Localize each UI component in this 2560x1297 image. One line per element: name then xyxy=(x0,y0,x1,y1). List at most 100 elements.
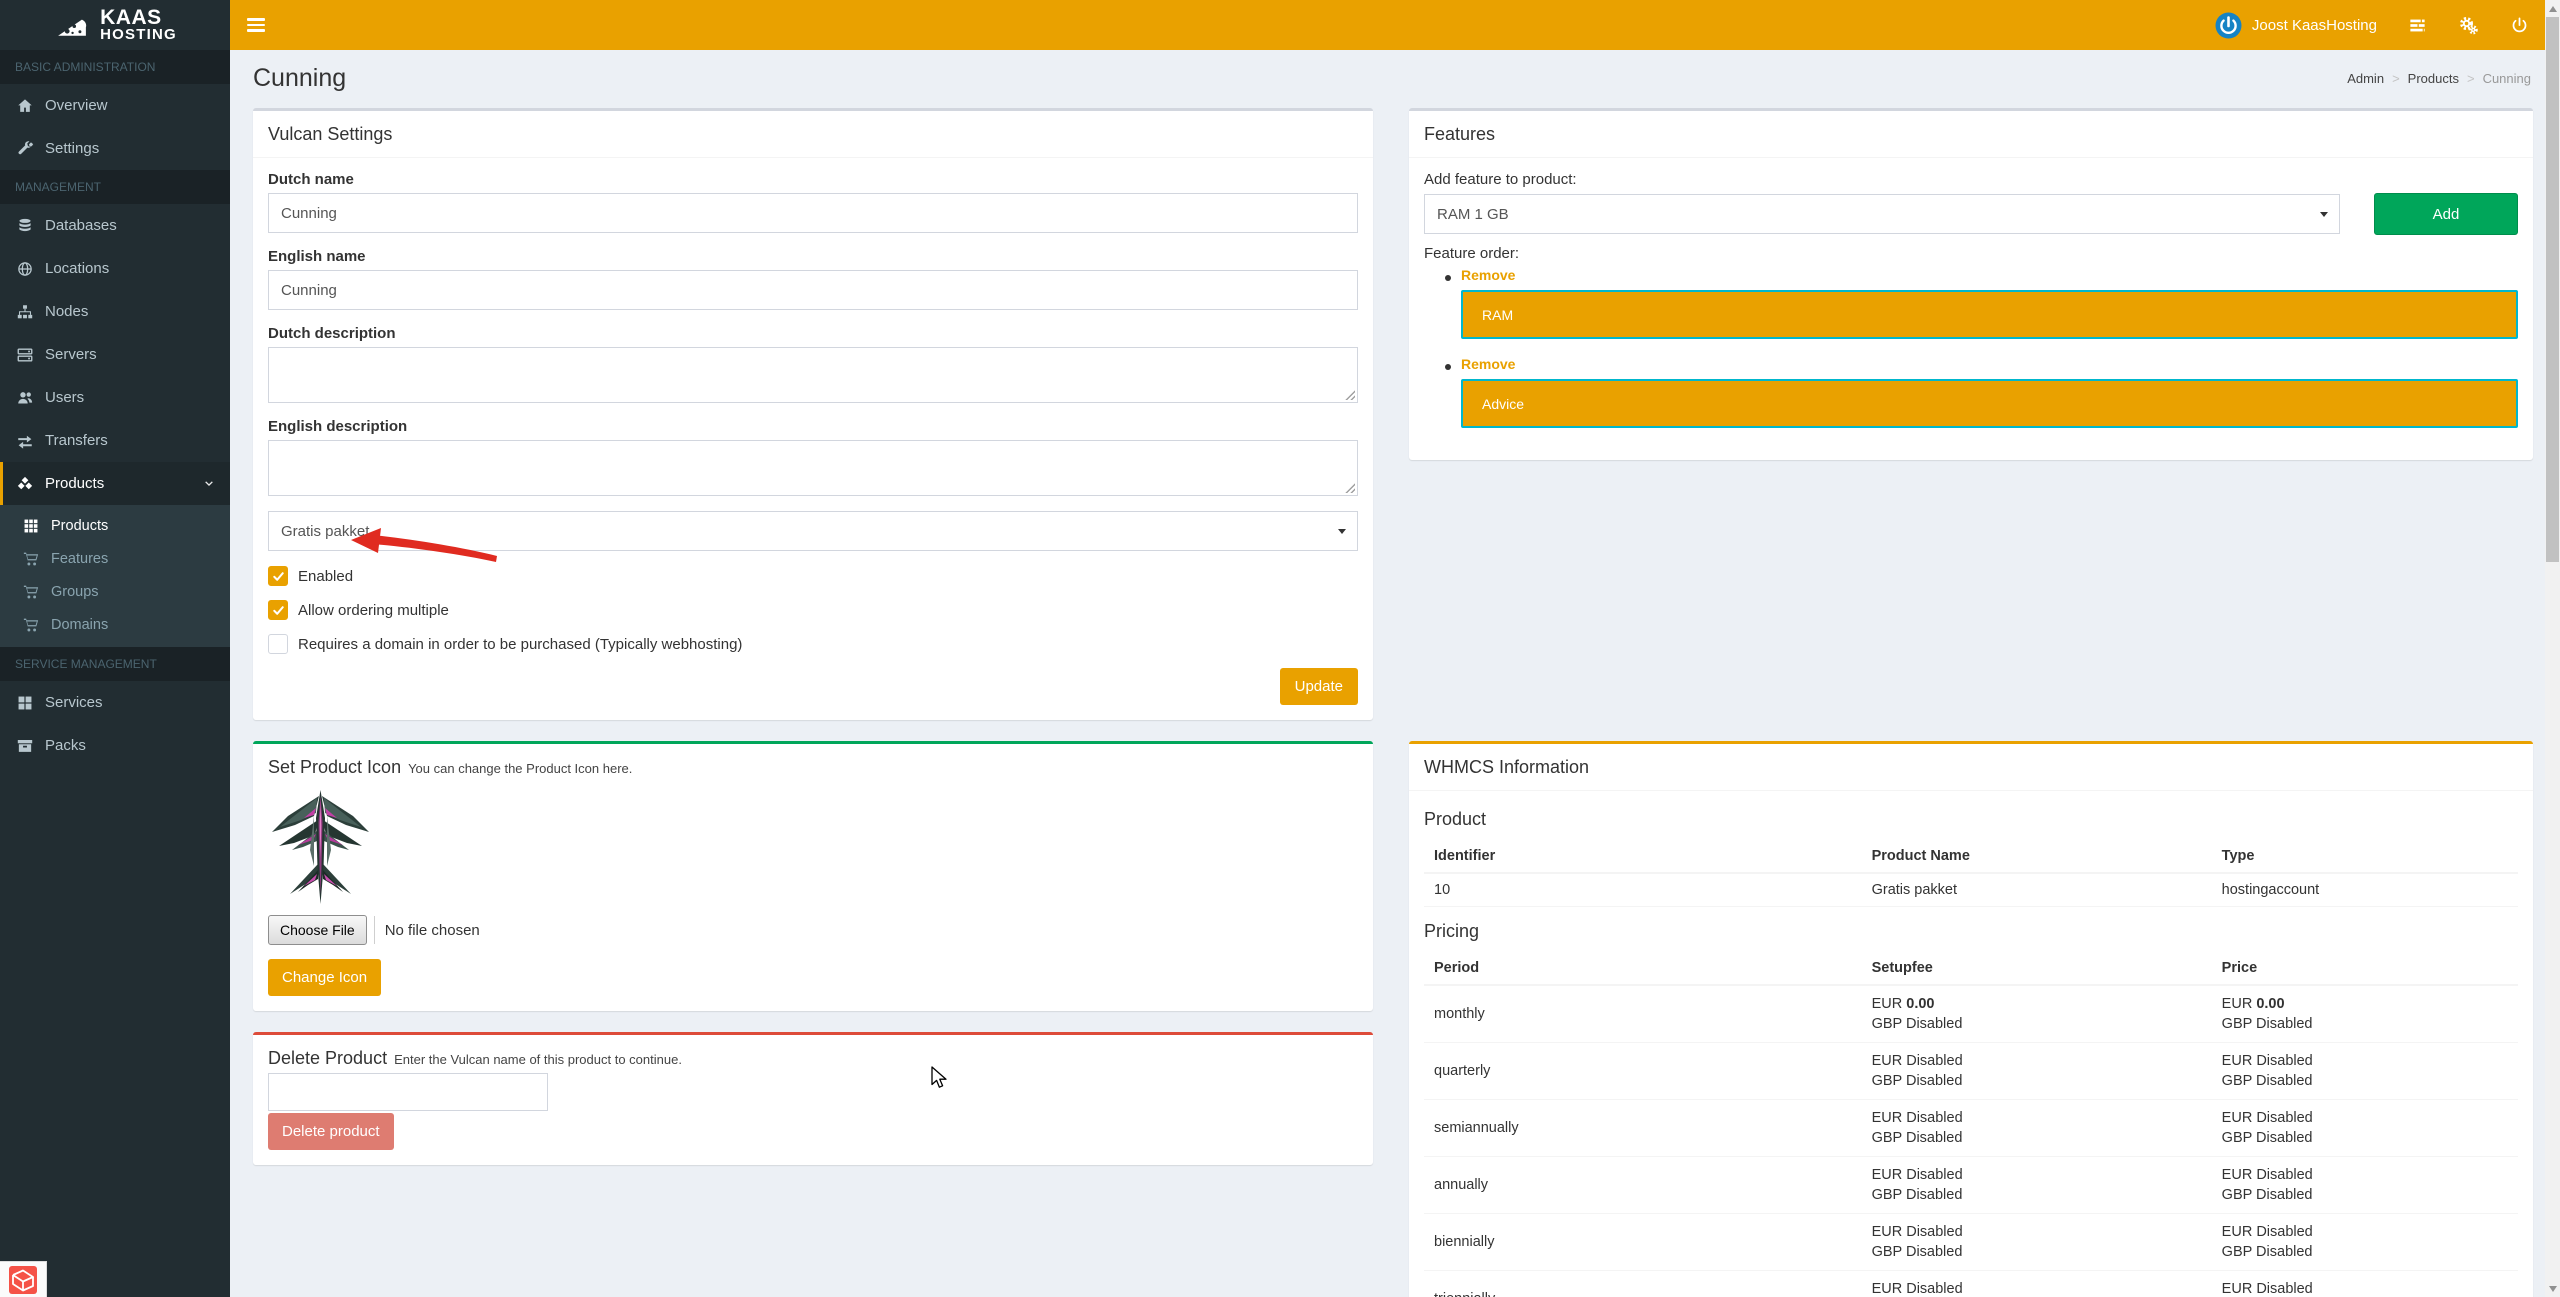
grid-icon xyxy=(21,516,40,535)
sidebar-subitem-domains[interactable]: Domains xyxy=(0,608,230,641)
sidebar-item-servers[interactable]: Servers xyxy=(0,333,230,376)
tasks-button[interactable] xyxy=(2392,0,2443,50)
breadcrumb-products[interactable]: Products xyxy=(2408,71,2459,86)
file-status-text: No file chosen xyxy=(385,922,480,939)
sidebar-item-products[interactable]: Products xyxy=(0,462,230,505)
sidebar-item-users[interactable]: Users xyxy=(0,376,230,419)
price-line-eur: EUR Disabled xyxy=(2222,1108,2508,1128)
sidebar-item-databases[interactable]: Databases xyxy=(0,204,230,247)
content-area: Cunning Admin>Products>Cunning Vulcan Se… xyxy=(230,50,2545,1297)
pricing-price: EUR DisabledGBP Disabled xyxy=(2212,1100,2518,1157)
add-feature-button[interactable]: Add xyxy=(2374,193,2518,235)
delete-confirm-input[interactable] xyxy=(268,1073,548,1111)
pricing-row-quarterly: quarterlyEUR DisabledGBP DisabledEUR Dis… xyxy=(1424,1043,2518,1100)
sidebar-subitem-groups[interactable]: Groups xyxy=(0,575,230,608)
delete-product-button[interactable]: Delete product xyxy=(268,1113,394,1150)
cart-icon xyxy=(21,549,40,568)
sidebar-subitem-features[interactable]: Features xyxy=(0,542,230,575)
sidebar-subitem-products[interactable]: Products xyxy=(0,509,230,542)
english-description-textarea[interactable] xyxy=(268,440,1358,496)
sidebar-item-label: Products xyxy=(45,475,104,492)
sidebar-item-nodes[interactable]: Nodes xyxy=(0,290,230,333)
vulcan-checkboxes: Enabled Allow ordering multiple Requires a… xyxy=(268,566,1358,654)
brand-logo[interactable]: KAAS HOSTING xyxy=(0,0,230,50)
checkbox-allow-ordering-multiple[interactable] xyxy=(268,600,288,620)
feature-bar-advice[interactable]: Advice xyxy=(1461,379,2518,428)
add-feature-label: Add feature to product: xyxy=(1424,171,2518,188)
feature-order-label: Feature order: xyxy=(1424,245,2518,262)
dutch-description-textarea[interactable] xyxy=(268,347,1358,403)
page-scrollbar[interactable] xyxy=(2545,0,2560,1297)
feature-bar-ram[interactable]: RAM xyxy=(1461,290,2518,339)
resize-handle-icon[interactable] xyxy=(1344,482,1355,493)
cart-icon xyxy=(21,615,40,634)
scrollbar-down-arrow-icon[interactable] xyxy=(2545,1281,2560,1296)
dutch-name-label: Dutch name xyxy=(268,171,1358,188)
power-button[interactable] xyxy=(2494,0,2545,50)
column-header: Product Name xyxy=(1862,840,2212,873)
remove-feature-link[interactable]: Remove xyxy=(1461,267,1515,283)
price-line-eur: EUR 0.00 xyxy=(2222,994,2508,1014)
product-artwork xyxy=(268,786,373,907)
scrollbar-up-arrow-icon[interactable] xyxy=(2545,1,2560,16)
update-button[interactable]: Update xyxy=(1280,668,1358,705)
feature-select[interactable]: RAM 1 GB xyxy=(1424,194,2340,234)
dutch-name-input[interactable] xyxy=(268,193,1358,233)
pricing-period: semiannually xyxy=(1424,1100,1862,1157)
cogs-icon xyxy=(2459,16,2478,35)
checkbox-row-allow-ordering-multiple: Allow ordering multiple xyxy=(268,600,1358,620)
sidebar-item-label: Locations xyxy=(45,260,109,277)
home-icon xyxy=(15,96,34,115)
price-line-eur: EUR Disabled xyxy=(2222,1279,2508,1297)
column-header: Type xyxy=(2212,840,2518,873)
whmcs-title: WHMCS Information xyxy=(1409,744,2533,791)
sidebar-subitem-label: Domains xyxy=(51,617,108,633)
column-header: Identifier xyxy=(1424,840,1862,873)
remove-feature-link[interactable]: Remove xyxy=(1461,356,1515,372)
pricing-row-monthly: monthlyEUR 0.00GBP DisabledEUR 0.00GBP D… xyxy=(1424,985,2518,1043)
change-icon-button[interactable]: Change Icon xyxy=(268,959,381,996)
sidebar-item-transfers[interactable]: Transfers xyxy=(0,419,230,462)
page-title: Cunning xyxy=(253,64,346,93)
sidebar-item-packs[interactable]: Packs xyxy=(0,724,230,767)
cogs-button[interactable] xyxy=(2443,0,2494,50)
chevron-down-icon xyxy=(202,477,216,491)
navbar-right: Joost KaasHosting xyxy=(2200,0,2545,50)
breadcrumb-admin[interactable]: Admin xyxy=(2347,71,2384,86)
scrollbar-thumb[interactable] xyxy=(2546,17,2559,562)
checkbox-row-requires-a-domain-in-order-to-be-purchas: Requires a domain in order to be purchas… xyxy=(268,634,1358,654)
checkbox-row-enabled: Enabled xyxy=(268,566,1358,586)
table-cell: Gratis pakket xyxy=(1862,873,2212,907)
sidebar-item-locations[interactable]: Locations xyxy=(0,247,230,290)
debugbar-toggle[interactable] xyxy=(0,1261,47,1297)
sidebar-section-header: SERVICE MANAGEMENT xyxy=(0,647,230,681)
database-icon xyxy=(15,216,34,235)
pricing-price: EUR DisabledGBP Disabled xyxy=(2212,1043,2518,1100)
sidebar-section-header: MANAGEMENT xyxy=(0,170,230,204)
cart-icon xyxy=(21,582,40,601)
checkbox-requires-a-domain-in-order-to-be-purchas[interactable] xyxy=(268,634,288,654)
sidebar-section-header: BASIC ADMINISTRATION xyxy=(0,50,230,84)
english-name-label: English name xyxy=(268,248,1358,265)
sidebar-item-overview[interactable]: Overview xyxy=(0,84,230,127)
hamburger-icon[interactable] xyxy=(230,0,282,50)
english-name-input[interactable] xyxy=(268,270,1358,310)
checkbox-enabled[interactable] xyxy=(268,566,288,586)
whmcs-panel: WHMCS Information Product IdentifierProd… xyxy=(1409,741,2533,1297)
choose-file-button[interactable]: Choose File xyxy=(268,915,367,945)
breadcrumb-separator: > xyxy=(2467,71,2475,86)
price-line-gbp: GBP Disabled xyxy=(2222,1071,2508,1091)
category-select[interactable]: Gratis pakket xyxy=(268,511,1358,551)
sidebar-item-label: Services xyxy=(45,694,103,711)
table-header-row: IdentifierProduct NameType xyxy=(1424,840,2518,873)
resize-handle-icon[interactable] xyxy=(1344,389,1355,400)
sidebar: KAAS HOSTING BASIC ADMINISTRATIONOvervie… xyxy=(0,0,230,1297)
user-menu[interactable]: Joost KaasHosting xyxy=(2200,0,2392,50)
top-navbar: Joost KaasHosting xyxy=(230,0,2545,50)
sidebar-menu: BASIC ADMINISTRATIONOverviewSettingsMANA… xyxy=(0,50,230,767)
user-name: Joost KaasHosting xyxy=(2252,17,2377,34)
price-line-eur: EUR 0.00 xyxy=(1872,994,2202,1014)
sidebar-item-settings[interactable]: Settings xyxy=(0,127,230,170)
sidebar-item-services[interactable]: Services xyxy=(0,681,230,724)
price-line-eur: EUR Disabled xyxy=(1872,1279,2202,1297)
